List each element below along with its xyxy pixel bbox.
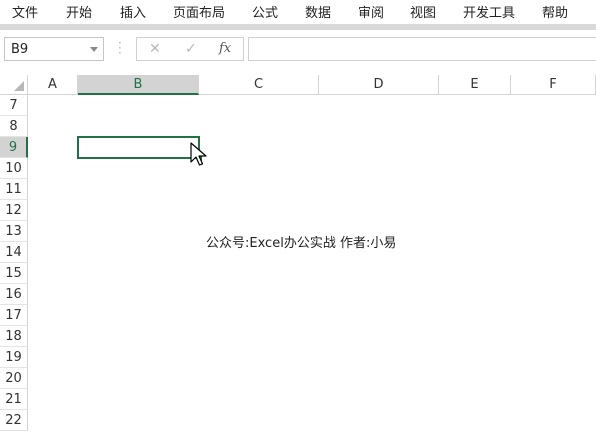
- column-header-e[interactable]: E: [439, 75, 511, 95]
- formula-input[interactable]: [248, 37, 596, 61]
- row-header-14[interactable]: 14: [0, 242, 28, 263]
- column-header-f[interactable]: F: [511, 75, 596, 95]
- formula-bar: B9 · · · ✕ ✓ fx: [0, 30, 596, 70]
- tab-insert[interactable]: 插入: [120, 2, 146, 21]
- row-header-16[interactable]: 16: [0, 284, 28, 305]
- tab-view[interactable]: 视图: [410, 2, 436, 21]
- row-header-19[interactable]: 19: [0, 347, 28, 368]
- row-header-9[interactable]: 9: [0, 137, 28, 158]
- chevron-down-icon[interactable]: [90, 47, 98, 52]
- spreadsheet-grid: A B C D E F 7 8 9 10 11 12 13 14 15 16 1…: [0, 75, 596, 445]
- mouse-pointer-icon: [190, 142, 207, 166]
- row-header-20[interactable]: 20: [0, 368, 28, 389]
- column-header-d[interactable]: D: [319, 75, 439, 95]
- tab-page-layout[interactable]: 页面布局: [173, 2, 225, 21]
- tab-home[interactable]: 开始: [66, 2, 92, 21]
- row-header-18[interactable]: 18: [0, 326, 28, 347]
- select-all-button[interactable]: [0, 75, 28, 95]
- row-header-13[interactable]: 13: [0, 221, 28, 242]
- formula-buttons: ✕ ✓ fx: [136, 37, 244, 61]
- column-header-b[interactable]: B: [78, 75, 199, 95]
- fx-icon[interactable]: fx: [219, 41, 231, 56]
- row-header-7[interactable]: 7: [0, 95, 28, 116]
- column-header-a[interactable]: A: [28, 75, 78, 95]
- cell-c13-text: 公众号:Excel办公实战 作者:小易: [206, 236, 397, 251]
- column-header-c[interactable]: C: [199, 75, 319, 95]
- row-header-8[interactable]: 8: [0, 116, 28, 137]
- tab-developer[interactable]: 开发工具: [463, 2, 515, 21]
- selected-cell-b9[interactable]: [77, 136, 200, 159]
- tab-formulas[interactable]: 公式: [252, 2, 278, 21]
- tab-review[interactable]: 审阅: [358, 2, 384, 21]
- cancel-icon[interactable]: ✕: [149, 41, 161, 57]
- row-header-12[interactable]: 12: [0, 200, 28, 221]
- enter-icon[interactable]: ✓: [185, 41, 197, 57]
- tab-data[interactable]: 数据: [305, 2, 331, 21]
- row-header-21[interactable]: 21: [0, 389, 28, 410]
- name-box[interactable]: B9: [4, 37, 104, 61]
- ribbon-tabs: 文件 开始 插入 页面布局 公式 数据 审阅 视图 开发工具 帮助: [0, 0, 596, 24]
- row-header-15[interactable]: 15: [0, 263, 28, 284]
- more-options-icon[interactable]: · · ·: [118, 37, 122, 59]
- row-header-10[interactable]: 10: [0, 158, 28, 179]
- cell-area[interactable]: 公众号:Excel办公实战 作者:小易: [28, 95, 596, 445]
- tab-help[interactable]: 帮助: [542, 2, 568, 21]
- select-all-icon: [14, 81, 24, 91]
- name-box-value: B9: [11, 42, 29, 57]
- row-header-22[interactable]: 22: [0, 410, 28, 431]
- row-header-11[interactable]: 11: [0, 179, 28, 200]
- tab-file[interactable]: 文件: [12, 2, 38, 21]
- row-header-17[interactable]: 17: [0, 305, 28, 326]
